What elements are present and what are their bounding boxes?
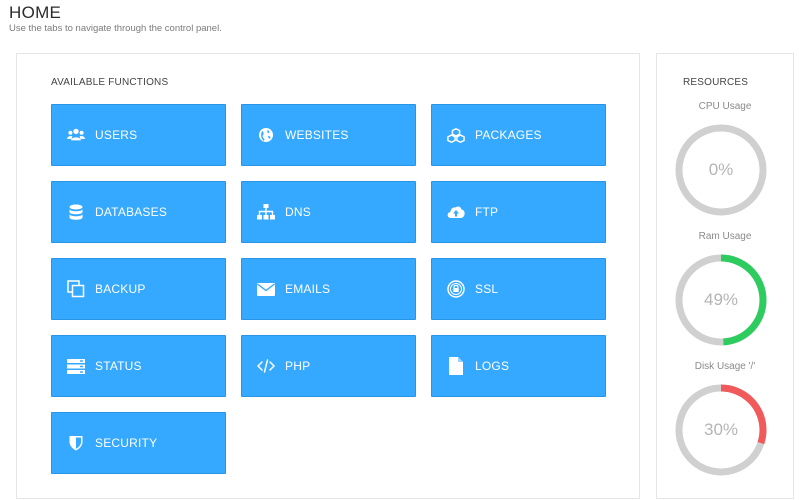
functions-title: AVAILABLE FUNCTIONS [51,77,169,88]
users-button[interactable]: USERS [51,104,226,166]
backup-button[interactable]: BACKUP [51,258,226,320]
php-button[interactable]: PHP [241,335,416,397]
copy-icon [67,280,85,298]
status-button[interactable]: STATUS [51,335,226,397]
packages-button[interactable]: PACKAGES [431,104,606,166]
cpu-usage-value: 0% [708,160,734,179]
server-icon [67,357,85,375]
file-icon [447,357,465,375]
php-label: PHP [285,359,311,373]
databases-label: DATABASES [95,205,168,219]
status-label: STATUS [95,359,142,373]
lock-icon [447,280,465,298]
cubes-icon [447,126,465,144]
database-icon [67,203,85,221]
disk-usage-value: 30% [703,420,739,439]
ssl-button[interactable]: SSL [431,258,606,320]
emails-button[interactable]: EMAILS [241,258,416,320]
shield-icon [67,434,85,452]
sitemap-icon [257,203,275,221]
ssl-label: SSL [475,282,499,296]
ram-usage-value: 49% [703,290,739,309]
page-title: HOME [9,3,62,22]
ftp-button[interactable]: FTP [431,181,606,243]
code-icon [257,357,275,375]
page-subtitle: Use the tabs to navigate through the con… [9,23,222,34]
security-label: SECURITY [95,436,158,450]
logs-label: LOGS [475,359,510,373]
envelope-icon [257,280,275,298]
packages-label: PACKAGES [475,128,542,142]
disk-usage-label: Disk Usage '/' [694,361,756,372]
cloud-upload-icon [447,203,465,221]
emails-label: EMAILS [285,282,331,296]
resources-title: RESOURCES [683,77,749,88]
logs-button[interactable]: LOGS [431,335,606,397]
cpu-usage-label: CPU Usage [698,101,752,112]
users-icon [67,126,85,144]
resources-panel: RESOURCES CPU Usage 0% Ram Usage 49% Dis… [656,53,794,499]
dns-button[interactable]: DNS [241,181,416,243]
security-button[interactable]: SECURITY [51,412,226,474]
globe-icon [257,126,275,144]
ftp-label: FTP [475,205,499,219]
websites-label: WEBSITES [285,128,349,142]
websites-button[interactable]: WEBSITES [241,104,416,166]
backup-label: BACKUP [95,282,146,296]
ram-usage-label: Ram Usage [698,231,752,242]
dns-label: DNS [285,205,311,219]
users-label: USERS [95,128,138,142]
functions-panel: AVAILABLE FUNCTIONS USERS WEBSITES PACKA… [16,53,640,499]
databases-button[interactable]: DATABASES [51,181,226,243]
